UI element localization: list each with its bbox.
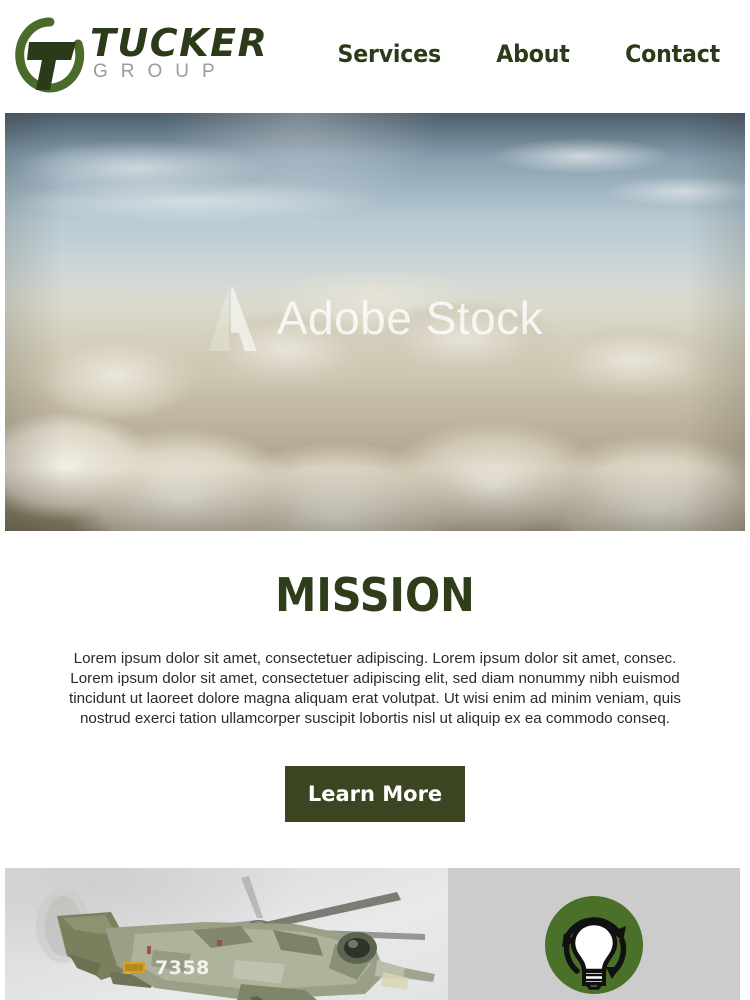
nav-link-about[interactable]: About	[496, 40, 570, 68]
lightbulb-recycle-icon	[544, 895, 644, 995]
site-logo[interactable]: TUCKER GROUP	[14, 16, 267, 98]
logo-wordmark: TUCKER GROUP	[90, 24, 268, 82]
logo-secondary-text: GROUP	[93, 61, 228, 82]
hero-image: Adobe Stock	[5, 113, 745, 531]
helicopter-tail-number: 7358	[155, 957, 210, 979]
bottom-section: 7358	[5, 868, 740, 1000]
helicopter-photo: 7358	[5, 868, 448, 1000]
mission-cta-wrapper: Learn More	[0, 766, 750, 822]
page-root: TUCKER GROUP Services About Contact Adob…	[0, 0, 750, 1000]
hero-vignette	[5, 113, 745, 531]
site-header: TUCKER GROUP Services About Contact	[0, 0, 750, 113]
logo-primary-text: TUCKER	[90, 21, 269, 65]
learn-more-button[interactable]: Learn More	[285, 766, 465, 822]
mission-section: MISSION Lorem ipsum dolor sit amet, cons…	[0, 531, 750, 868]
mission-body-text: Lorem ipsum dolor sit amet, consectetuer…	[68, 650, 682, 727]
nav-link-contact[interactable]: Contact	[625, 40, 720, 68]
feature-panel	[448, 868, 740, 1000]
mission-title: MISSION	[275, 568, 475, 622]
tucker-t-circle-logo-icon	[14, 16, 86, 96]
main-navigation: Services About Contact	[333, 40, 724, 68]
nav-link-services[interactable]: Services	[337, 40, 441, 68]
